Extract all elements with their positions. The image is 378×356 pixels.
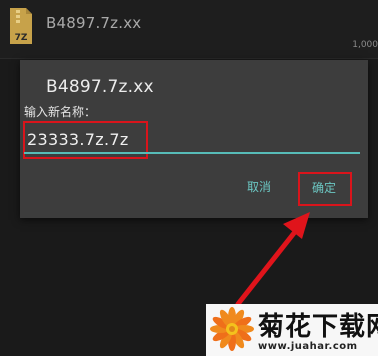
file-name: B4897.7z.xx — [46, 14, 142, 32]
new-name-input[interactable]: 23333.7z.7z — [27, 130, 129, 149]
rename-dialog: B4897.7z.xx 输入新名称： 23333.7z.7z 取消 确定 — [20, 60, 368, 218]
new-name-label: 输入新名称： — [24, 105, 97, 119]
input-underline — [24, 152, 360, 154]
file-list-row[interactable]: 7Z B4897.7z.xx 1,000 — [0, 0, 378, 58]
watermark-url: www.juahar.com — [258, 341, 358, 352]
ok-button[interactable]: 确定 — [312, 179, 336, 196]
watermark: 菊花下载网 www.juahar.com — [206, 304, 378, 356]
zip-icon-label: 7Z — [15, 33, 28, 43]
file-size: 1,000 — [352, 40, 378, 50]
watermark-title: 菊花下载网 — [258, 312, 378, 342]
zip-archive-icon: 7Z — [10, 8, 32, 44]
dialog-title: B4897.7z.xx — [46, 77, 154, 97]
divider — [0, 58, 378, 59]
cancel-button[interactable]: 取消 — [247, 178, 271, 195]
flower-logo-icon — [210, 307, 254, 351]
